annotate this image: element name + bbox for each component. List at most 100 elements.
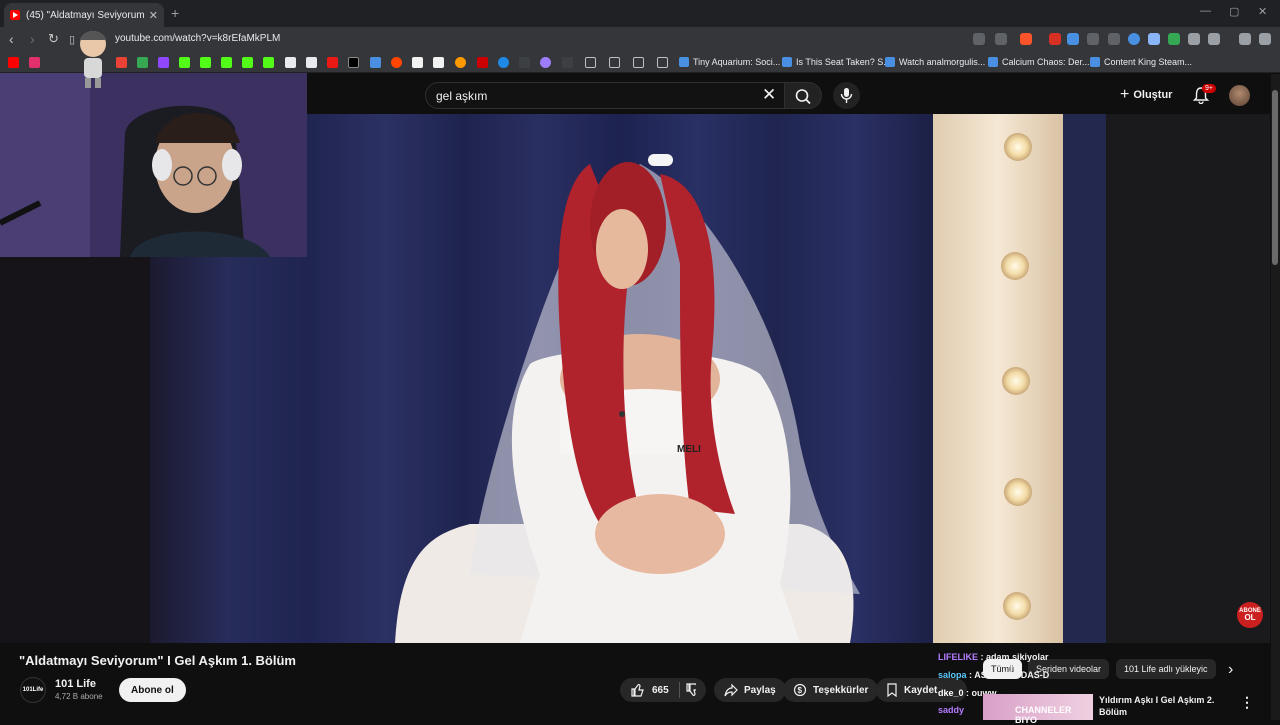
bookmark-folder-icon[interactable] (657, 57, 668, 68)
more-options-icon[interactable]: ⋮ (1240, 694, 1254, 711)
bookmark-folder-icon[interactable] (585, 57, 596, 68)
bookmark-link[interactable]: Calcium Chaos: Der... (988, 57, 1090, 67)
extension-icon[interactable] (1108, 33, 1120, 45)
search-input[interactable]: gel aşkım (425, 82, 785, 109)
subscribe-watermark-badge[interactable]: ABONE OL (1237, 602, 1263, 628)
share-icon (724, 683, 738, 697)
thumbs-down-icon[interactable] (685, 683, 696, 697)
scrollbar-thumb[interactable] (1272, 90, 1278, 265)
chip-uploader[interactable]: 101 Life adlı yükleyic (1116, 659, 1216, 679)
bookmark-reddit-icon[interactable] (391, 57, 402, 68)
extension-icon[interactable] (1148, 33, 1160, 45)
divider (678, 682, 680, 698)
save-label: Kaydet (904, 684, 938, 696)
bookmark-link[interactable]: Tiny Aquarium: Soci... (679, 57, 780, 67)
extension-icon[interactable] (1168, 33, 1180, 45)
name-tag-label: MELI (677, 444, 701, 455)
create-button[interactable]: + Oluştur (1120, 86, 1172, 104)
bookmark-instagram-icon[interactable] (29, 57, 40, 68)
plus-icon: + (1120, 86, 1130, 103)
thanks-button[interactable]: $ Teşekkürler (783, 678, 879, 702)
chat-message: : ASD0-ASODAS-D (969, 670, 1050, 680)
bookmark-twitch-icon[interactable] (158, 57, 169, 68)
steam-icon (1090, 57, 1100, 67)
bookmark-icon[interactable] (498, 57, 509, 68)
channel-avatar[interactable]: 101Life (20, 677, 46, 703)
sidebar-icon[interactable] (1208, 33, 1220, 45)
chat-user: saddy (938, 705, 965, 715)
webcam-overlay (0, 73, 307, 257)
bookmark-link[interactable]: Watch analmorgulis... (885, 57, 985, 67)
save-icon (887, 683, 897, 697)
playlist-icon[interactable] (1239, 33, 1251, 45)
next-video-thumbnail[interactable]: CHANNELER BIYO (983, 694, 1093, 725)
channel-name[interactable]: 101 Life (55, 678, 96, 690)
bookmark-icon[interactable] (285, 57, 296, 68)
bookmark-icon[interactable]: ▯ (69, 33, 75, 46)
bookmark-icon[interactable] (263, 57, 274, 68)
install-icon[interactable] (973, 33, 985, 45)
user-avatar[interactable] (1229, 85, 1250, 106)
browser-tab[interactable]: (45) "Aldatmayı Seviyorum" I Ge ✕ (4, 3, 164, 27)
tab-close-icon[interactable]: ✕ (149, 9, 158, 22)
bookmark-icon[interactable] (412, 57, 423, 68)
bookmark-icon[interactable] (455, 57, 466, 68)
tab-title: (45) "Aldatmayı Seviyorum" I Ge (26, 9, 145, 21)
browser-toolbar: ‹ › ↻ ▯ youtube.com/watch?v=k8rEfaMkPLM (0, 27, 1280, 53)
bookmark-link[interactable]: Is This Seat Taken? S... (782, 57, 891, 67)
bookmark-x-icon[interactable] (348, 57, 359, 68)
channel-logo-text: 101Life (22, 687, 44, 693)
bookmark-link[interactable]: Content King Steam... (1090, 57, 1192, 67)
chevron-right-icon[interactable]: › (1228, 661, 1233, 679)
share-button[interactable]: Paylaş (714, 678, 786, 702)
extension-icon[interactable] (1049, 33, 1061, 45)
bookmark-folder-icon[interactable] (633, 57, 644, 68)
bookmark-icon[interactable] (562, 57, 573, 68)
chat-user: dke_0 (938, 688, 964, 698)
url-bar[interactable]: youtube.com/watch?v=k8rEfaMkPLM (115, 33, 280, 44)
overlay-text: CHANNELER BIYO (1015, 705, 1072, 725)
bookmark-gmail-icon[interactable] (116, 57, 127, 68)
forward-icon[interactable]: › (30, 31, 35, 47)
character-sticker (80, 31, 106, 88)
reload-icon[interactable]: ↻ (48, 31, 59, 47)
bookmark-icon[interactable] (477, 57, 488, 68)
maximize-icon[interactable]: ▢ (1229, 5, 1239, 18)
bookmark-icon[interactable] (327, 57, 338, 68)
search-button[interactable] (784, 82, 822, 109)
minimize-icon[interactable]: — (1200, 5, 1211, 17)
clear-search-icon[interactable]: ✕ (762, 85, 776, 105)
bookmark-icon[interactable] (370, 57, 381, 68)
new-tab-button[interactable]: + (171, 5, 179, 21)
share-page-icon[interactable] (995, 33, 1007, 45)
back-icon[interactable]: ‹ (9, 31, 14, 47)
bookmark-drive-icon[interactable] (137, 57, 148, 68)
subscribe-button[interactable]: Abone ol (119, 678, 186, 702)
extension-icon[interactable] (1067, 33, 1079, 45)
bookmark-kick-icon[interactable] (200, 57, 211, 68)
like-dislike-group: 665 (620, 678, 706, 702)
extension-icon[interactable] (1087, 33, 1099, 45)
extension-icon[interactable] (1128, 33, 1140, 45)
bookmark-youtube-icon[interactable] (8, 57, 19, 68)
bookmark-kick-icon[interactable] (221, 57, 232, 68)
brave-shield-icon[interactable] (1020, 33, 1032, 45)
thumbs-up-icon (631, 683, 644, 697)
bookmark-icon[interactable] (306, 57, 317, 68)
thanks-icon: $ (793, 683, 807, 697)
menu-icon[interactable] (1259, 33, 1271, 45)
bookmark-kick-icon[interactable] (179, 57, 190, 68)
share-label: Paylaş (744, 684, 776, 696)
bookmark-kick-icon[interactable] (242, 57, 253, 68)
bookmark-folder-icon[interactable] (609, 57, 620, 68)
bookmark-icon[interactable] (540, 57, 551, 68)
close-window-icon[interactable]: ✕ (1258, 5, 1267, 18)
bookmark-icon[interactable] (519, 57, 530, 68)
voice-search-button[interactable] (833, 82, 860, 109)
bookmark-amazon-icon[interactable] (433, 57, 444, 68)
like-button[interactable]: 665 (630, 683, 669, 697)
puzzle-icon[interactable] (1188, 33, 1200, 45)
youtube-favicon-icon (10, 10, 20, 20)
site-icon (885, 57, 895, 67)
next-video-title[interactable]: Yıldırım Aşkı I Gel Aşkım 2. Bölüm (1099, 694, 1229, 718)
